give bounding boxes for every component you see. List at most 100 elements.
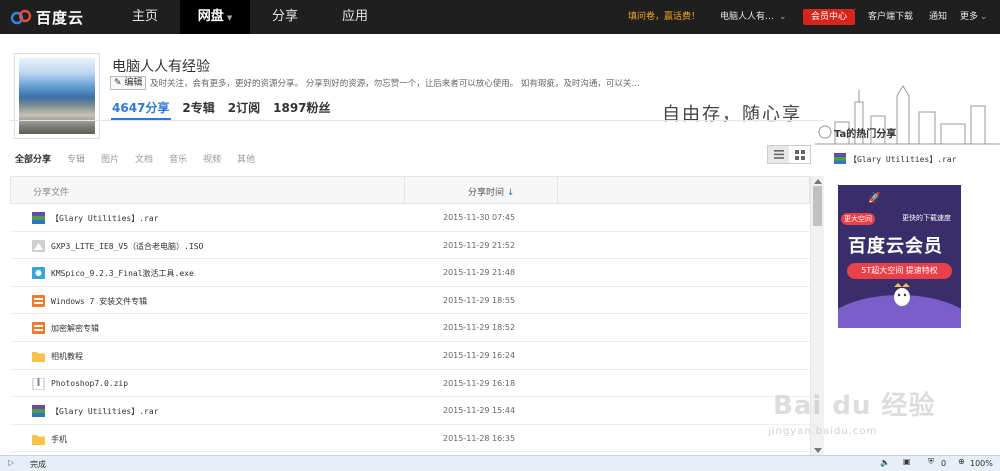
- share-time: 2015-11-29 15:44: [443, 406, 516, 416]
- edit-icon: ✎: [114, 78, 122, 88]
- table-row[interactable]: 加密解密专辑 2015-11-29 18:52: [10, 314, 810, 342]
- file-name: 【Glary Utilities】.rar: [51, 407, 159, 417]
- chevron-down-icon: ⌄: [980, 12, 988, 22]
- column-share-time[interactable]: 分享时间 ↓: [468, 185, 514, 198]
- grid-view-button[interactable]: [789, 146, 810, 163]
- shield-icon[interactable]: ⛨: [928, 457, 934, 467]
- vip-center-button[interactable]: 会员中心: [803, 9, 855, 25]
- share-time: 2015-11-29 18:55: [443, 295, 516, 305]
- edit-profile-button[interactable]: ✎ 编辑: [110, 76, 146, 90]
- category-tabs: 全部分享 专辑 图片 文档 音乐 视频 其他: [15, 152, 271, 165]
- stat-shares[interactable]: 4647分享: [112, 99, 169, 116]
- profile-divider: [10, 120, 824, 121]
- notifications-link[interactable]: 通知: [929, 0, 947, 34]
- share-time: 2015-11-29 21:52: [443, 240, 516, 250]
- scroll-down-arrow[interactable]: [814, 448, 822, 453]
- list-view-icon: [773, 150, 784, 159]
- file-table-header: 分享文件 分享时间 ↓: [10, 176, 810, 204]
- iso-icon: [32, 239, 45, 252]
- zoom-level[interactable]: 100%: [970, 459, 993, 468]
- table-row[interactable]: 【Glary Utilities】.rar 2015-11-29 15:44: [10, 397, 810, 425]
- slogan-text: 自由存，随心享: [662, 104, 802, 125]
- stat-fans[interactable]: 1897粉丝: [273, 99, 330, 116]
- mascot-icon: [894, 283, 910, 306]
- nav-netdisk[interactable]: 网盘 ▼: [180, 0, 250, 34]
- nav-share[interactable]: 分享: [250, 0, 320, 34]
- table-row[interactable]: Photoshop7.0.zip 2015-11-29 16:18: [10, 370, 810, 398]
- file-name: KMSpico_9.2.3_Final激活工具.exe: [51, 269, 194, 279]
- nav-netdisk-label: 网盘: [197, 9, 224, 24]
- zip-icon: [32, 377, 45, 391]
- zoom-icon[interactable]: ⊕: [958, 457, 965, 466]
- avatar-image: [19, 58, 95, 134]
- tab-other[interactable]: 其他: [237, 152, 255, 165]
- edit-label: 编辑: [124, 78, 143, 88]
- browser-status-bar: ▷ 完成 🔈 ▣ ⛨ 0 ⊕ 100%: [0, 455, 1000, 471]
- table-row[interactable]: Windows 7 安装文件专辑 2015-11-29 18:55: [10, 287, 810, 315]
- album-icon: [32, 322, 45, 335]
- user-menu[interactable]: 电脑人人有… ⌄: [720, 0, 787, 34]
- hot-shares-sidebar: Ta的热门分享 【Glary Utilities】.rar: [834, 125, 1000, 166]
- tab-all[interactable]: 全部分享: [15, 152, 51, 165]
- list-view-button[interactable]: [768, 146, 789, 163]
- chevron-down-icon: ▼: [226, 14, 233, 22]
- ad-tag-space: 更大空间: [841, 213, 875, 225]
- share-time: 2015-11-29 18:52: [443, 323, 516, 333]
- client-download-link[interactable]: 客户端下载: [868, 0, 913, 34]
- profile-bio: 及时关注，会有更多，更好的资源分享。 分享到好的资源，勿忘赞一个，让后来者可以放…: [150, 79, 640, 89]
- tab-music[interactable]: 音乐: [169, 152, 187, 165]
- scrollbar-thumb[interactable]: [813, 186, 822, 226]
- file-name: 【Glary Utilities】.rar: [51, 214, 159, 223]
- table-row[interactable]: 【Glary Utilities】.rar 2015-11-30 07:45: [10, 204, 810, 232]
- table-row[interactable]: GXP3_LITE_IE8_V5（适合老电脑）.ISO 2015-11-29 2…: [10, 232, 810, 260]
- table-row[interactable]: 手机 2015-11-28 16:35: [10, 425, 810, 453]
- survey-promo-link[interactable]: 填问卷，赢话费！: [628, 0, 700, 34]
- nav-apps[interactable]: 应用: [320, 0, 390, 34]
- share-time: 2015-11-29 21:48: [443, 268, 516, 278]
- rar-icon: [32, 405, 45, 418]
- play-icon[interactable]: ▷: [8, 458, 14, 467]
- main-nav: 主页 网盘 ▼ 分享 应用: [110, 0, 390, 34]
- scroll-up-arrow[interactable]: [814, 179, 822, 184]
- nav-home[interactable]: 主页: [110, 0, 180, 34]
- ad-title: 百度云会员: [848, 236, 943, 257]
- hot-shares-title: Ta的热门分享: [834, 129, 897, 140]
- stat-albums[interactable]: 2专辑: [182, 99, 214, 116]
- speaker-icon[interactable]: 🔈: [880, 458, 890, 467]
- tab-images[interactable]: 图片: [101, 152, 119, 165]
- watermark-url: jingyan.baidu.com: [768, 426, 878, 437]
- tab-videos[interactable]: 视频: [203, 152, 221, 165]
- tab-documents[interactable]: 文档: [135, 152, 153, 165]
- more-menu[interactable]: 更多 ⌄: [960, 0, 988, 34]
- share-time: 2015-11-30 07:45: [443, 213, 516, 222]
- stat-subscriptions[interactable]: 2订阅: [228, 99, 260, 116]
- file-name: 相机教程: [51, 351, 83, 361]
- sort-down-icon: ↓: [506, 188, 515, 198]
- file-name: 手机: [51, 434, 67, 444]
- more-label: 更多: [960, 12, 979, 22]
- rar-icon: [834, 153, 846, 166]
- file-name: GXP3_LITE_IE8_V5（适合老电脑）.ISO: [51, 241, 204, 251]
- hot-share-item[interactable]: 【Glary Utilities】.rar: [834, 153, 1000, 166]
- rar-icon: [32, 212, 45, 224]
- album-icon: [32, 294, 45, 307]
- download-count: 0: [941, 459, 947, 468]
- exe-icon: [32, 267, 45, 280]
- top-nav-bar: 百度云 主页 网盘 ▼ 分享 应用 填问卷，赢话费！ 电脑人人有… ⌄ 会员中心 客…: [0, 0, 1000, 34]
- column-filename[interactable]: 分享文件: [33, 185, 69, 198]
- window-icon[interactable]: ▣: [903, 457, 911, 466]
- table-row[interactable]: KMSpico_9.2.3_Final激活工具.exe 2015-11-29 2…: [10, 259, 810, 287]
- share-time: 2015-11-29 16:18: [443, 378, 516, 388]
- vip-ad-banner[interactable]: 🚀 更大空间 更快的下载速度 百度云会员 5T超大空间 提速特权: [838, 185, 961, 328]
- status-text: 完成: [30, 460, 46, 469]
- baidu-cloud-logo[interactable]: 百度云: [10, 7, 84, 27]
- share-time: 2015-11-29 16:24: [443, 350, 516, 360]
- column-divider: [557, 177, 558, 203]
- file-name: Photoshop7.0.zip: [51, 378, 129, 388]
- table-row[interactable]: 相机教程 2015-11-29 16:24: [10, 342, 810, 370]
- profile-name: 电脑人人有经验: [112, 59, 210, 75]
- avatar[interactable]: [14, 53, 100, 139]
- tab-albums[interactable]: 专辑: [67, 152, 85, 165]
- logo-text: 百度云: [36, 8, 85, 27]
- cloud-logo-icon: [10, 9, 32, 25]
